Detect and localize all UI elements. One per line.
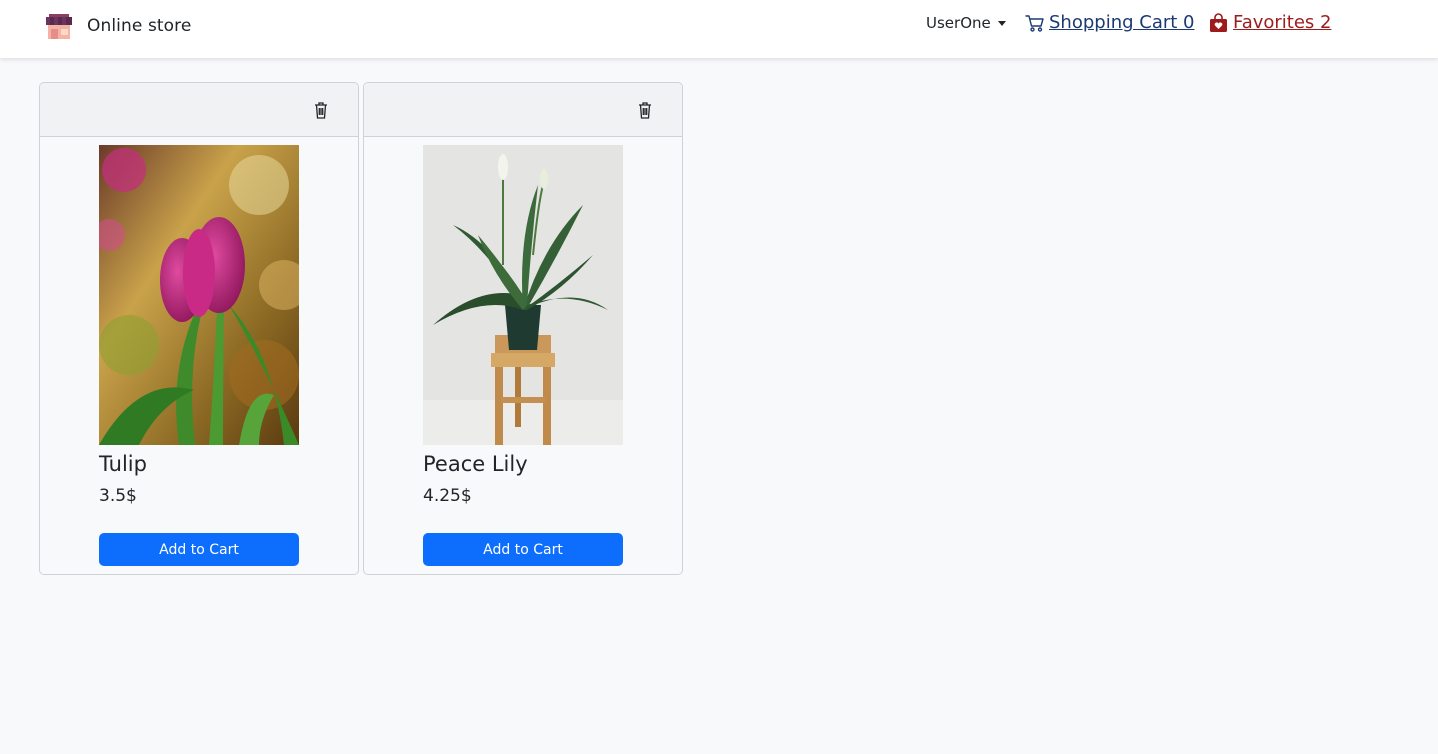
cart-icon [1025,14,1044,32]
store-icon [46,14,72,39]
user-dropdown[interactable]: UserOne [926,14,1006,32]
trash-icon[interactable] [638,101,652,119]
product-price: 4.25$ [423,486,472,506]
card-header [364,83,682,137]
brand[interactable]: Online store [44,12,191,40]
brand-text: Online store [87,16,192,36]
add-to-cart-button[interactable]: Add to Cart [99,533,299,566]
favorites-label: Favorites 2 [1233,12,1332,33]
user-dropdown-label: UserOne [926,14,991,32]
product-card: Peace Lily 4.25$ Add to Cart [363,82,683,575]
peace-lily-photo [423,145,623,445]
shopping-cart-label: Shopping Cart 0 [1049,12,1195,33]
product-name: Tulip [99,452,147,476]
navbar: Online store UserOne Shopping Cart 0 Fav… [0,0,1438,58]
bag-heart-icon [1210,12,1227,32]
product-price: 3.5$ [99,486,137,506]
product-card: Tulip 3.5$ Add to Cart [39,82,359,575]
favorites-link[interactable]: Favorites 2 [1209,12,1331,33]
product-name: Peace Lily [423,452,528,476]
caret-down-icon [997,20,1006,26]
card-header [40,83,358,137]
tulip-photo [99,145,299,445]
shopping-cart-link[interactable]: Shopping Cart 0 [1025,12,1195,33]
add-to-cart-button[interactable]: Add to Cart [423,533,623,566]
trash-icon[interactable] [314,101,328,119]
